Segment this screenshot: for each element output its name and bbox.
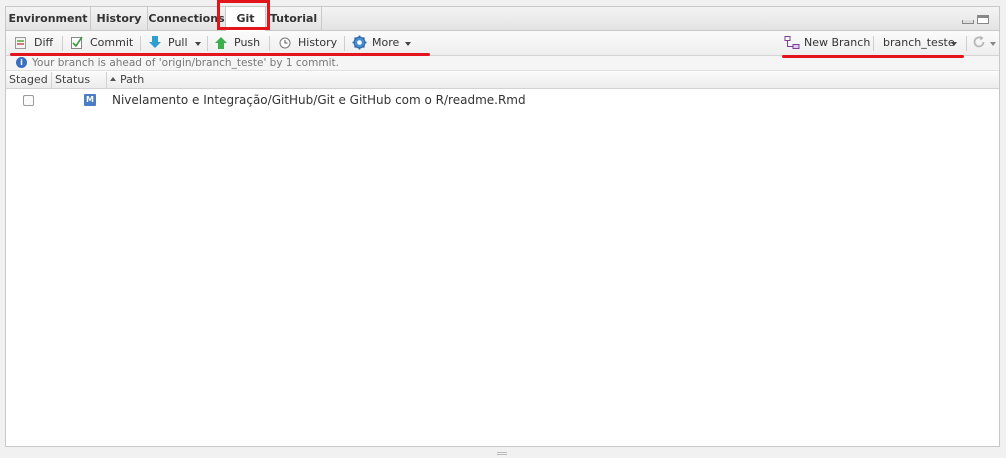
- tab-environment[interactable]: Environment: [6, 7, 91, 30]
- path-header-label: Path: [120, 73, 145, 86]
- new-branch-label: New Branch: [804, 36, 871, 49]
- branch-status-message: Your branch is ahead of 'origin/branch_t…: [32, 57, 339, 69]
- tab-bar: Environment History Connections Git Tuto…: [6, 7, 999, 31]
- more-button[interactable]: More: [352, 34, 414, 52]
- pull-button[interactable]: Pull: [148, 34, 204, 52]
- toolbar-divider: [344, 36, 345, 51]
- toolbar-divider: [140, 36, 141, 51]
- chevron-down-icon: [951, 42, 957, 46]
- clock-icon: [279, 37, 291, 49]
- diff-label: Diff: [34, 36, 54, 49]
- staged-header-label: Staged: [9, 73, 48, 86]
- push-label: Push: [234, 36, 261, 49]
- minimize-icon[interactable]: [962, 20, 974, 24]
- gear-icon: [352, 35, 367, 50]
- toolbar-divider: [207, 36, 208, 51]
- annotation-underline: [10, 53, 430, 56]
- table-row[interactable]: M Nivelamento e Integração/GitHub/Git e …: [6, 92, 999, 112]
- push-arrow-icon: [215, 37, 227, 49]
- new-branch-button[interactable]: New Branch: [784, 34, 870, 52]
- commit-button[interactable]: Commit: [70, 34, 134, 52]
- commit-icon: [71, 36, 83, 49]
- pull-label: Pull: [168, 36, 188, 49]
- resize-handle[interactable]: [497, 452, 507, 455]
- column-header-staged[interactable]: Staged: [6, 72, 52, 88]
- branch-status-bar: i Your branch is ahead of 'origin/branch…: [6, 56, 999, 71]
- diff-button[interactable]: Diff: [14, 34, 56, 52]
- toolbar-divider: [62, 36, 63, 51]
- chevron-down-icon: [990, 42, 996, 46]
- diff-icon: [15, 37, 26, 49]
- pull-arrow-icon: [149, 36, 161, 48]
- branch-icon: [784, 36, 800, 49]
- toolbar-divider: [966, 36, 967, 51]
- annotation-underline: [782, 55, 964, 58]
- tab-tutorial[interactable]: Tutorial: [266, 7, 322, 30]
- branch-selector[interactable]: branch_teste: [883, 34, 959, 52]
- staged-checkbox[interactable]: [23, 95, 34, 106]
- column-header-status[interactable]: Status: [52, 72, 107, 88]
- history-button[interactable]: History: [278, 34, 338, 52]
- sort-ascending-icon: [110, 77, 116, 81]
- file-path: Nivelamento e Integração/GitHub/Git e Gi…: [112, 93, 526, 107]
- column-header-path[interactable]: Path: [107, 72, 1000, 88]
- tab-history[interactable]: History: [91, 7, 148, 30]
- refresh-icon: [973, 35, 985, 48]
- maximize-icon[interactable]: [977, 15, 989, 24]
- current-branch: branch_teste: [883, 36, 955, 49]
- info-icon: i: [16, 57, 27, 68]
- toolbar-divider: [269, 36, 270, 51]
- annotation-highlight-box: [217, 0, 270, 30]
- chevron-down-icon[interactable]: [195, 42, 201, 46]
- git-pane: Environment History Connections Git Tuto…: [5, 6, 1000, 447]
- toolbar-divider: [873, 36, 874, 51]
- chevron-down-icon[interactable]: [405, 42, 411, 46]
- status-header-label: Status: [55, 73, 91, 86]
- refresh-button[interactable]: [972, 34, 996, 52]
- commit-label: Commit: [90, 36, 134, 49]
- tab-connections[interactable]: Connections: [148, 7, 226, 30]
- push-button[interactable]: Push: [214, 34, 264, 52]
- history-label: History: [298, 36, 338, 49]
- more-label: More: [372, 36, 400, 49]
- modified-status-icon: M: [84, 94, 96, 106]
- changes-table-header: Staged Status Path: [6, 72, 999, 89]
